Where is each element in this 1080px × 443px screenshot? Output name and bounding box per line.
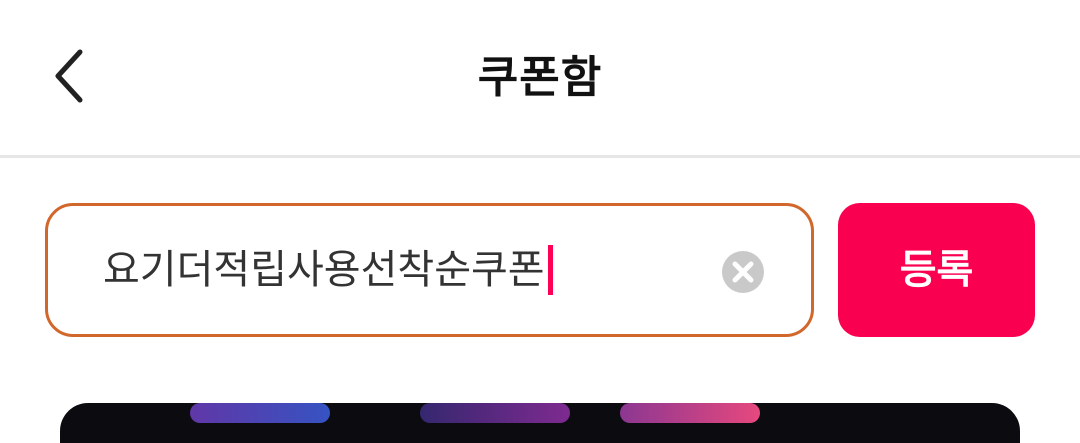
text-caret [547,245,553,295]
back-button[interactable] [30,38,110,118]
coupon-banner-image[interactable] [60,403,1020,443]
clear-input-button[interactable] [722,251,764,293]
banner-decor [190,403,330,423]
register-button[interactable]: 등록 [838,203,1035,337]
chevron-left-icon [50,46,90,110]
coupon-code-field[interactable]: 요기더적립사용선착순쿠폰 [45,203,814,337]
coupon-code-value: 요기더적립사용선착순쿠폰 [103,247,545,293]
coupon-code-input[interactable]: 요기더적립사용선착순쿠폰 [103,206,553,334]
banner-decor [420,403,570,423]
header-divider [0,155,1080,158]
clear-circle-icon [732,261,754,283]
app-header: 쿠폰함 [0,0,1080,155]
banner-decor [620,403,760,423]
page-title: 쿠폰함 [477,52,603,103]
